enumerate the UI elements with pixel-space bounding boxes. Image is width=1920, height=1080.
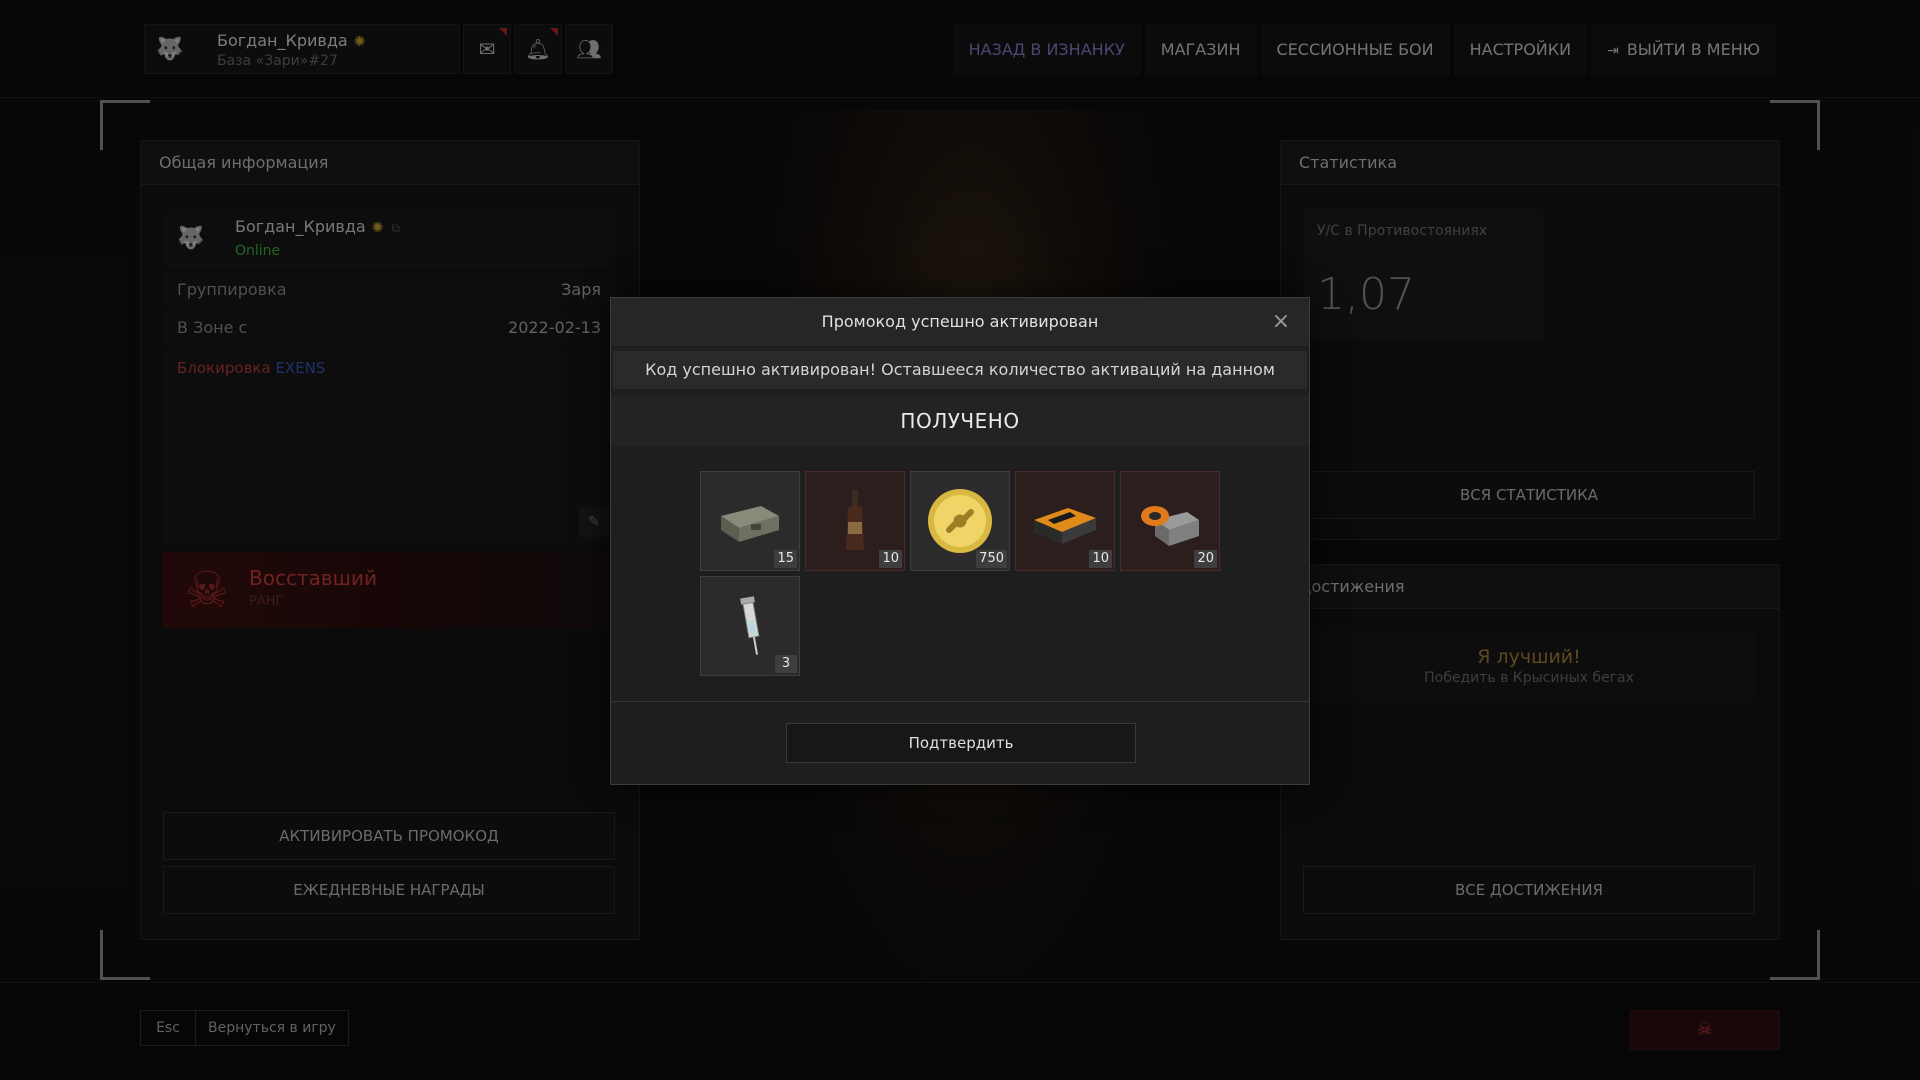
bottle-icon	[846, 490, 864, 550]
confirm-button[interactable]: Подтвердить	[786, 723, 1136, 763]
syringe-icon	[740, 596, 760, 655]
reward-item[interactable]: 10	[805, 471, 905, 571]
modal-message: Код успешно активирован! Оставшееся коли…	[613, 351, 1307, 417]
reward-item[interactable]: 3	[700, 576, 800, 676]
gold-coin-icon	[928, 489, 992, 553]
open-box-icon	[1141, 506, 1199, 546]
item-quantity: 750	[976, 550, 1007, 568]
orange-crate-icon	[1034, 508, 1096, 544]
item-quantity: 15	[774, 550, 797, 568]
modal-title: Промокод успешно активирован	[611, 298, 1309, 346]
received-heading: ПОЛУЧЕНО	[611, 396, 1309, 446]
close-icon[interactable]: ×	[1269, 310, 1293, 334]
ammo-crate-icon	[721, 506, 779, 542]
reward-item[interactable]: 750	[910, 471, 1010, 571]
modal-divider	[611, 701, 1309, 702]
reward-item[interactable]: 15	[700, 471, 800, 571]
reward-item[interactable]: 20	[1120, 471, 1220, 571]
item-quantity: 20	[1194, 550, 1217, 568]
reward-item[interactable]: 10	[1015, 471, 1115, 571]
item-quantity: 10	[1089, 550, 1112, 568]
promo-success-modal: Промокод успешно активирован × Код успеш…	[610, 297, 1310, 785]
item-quantity: 3	[775, 655, 797, 673]
item-quantity: 10	[879, 550, 902, 568]
